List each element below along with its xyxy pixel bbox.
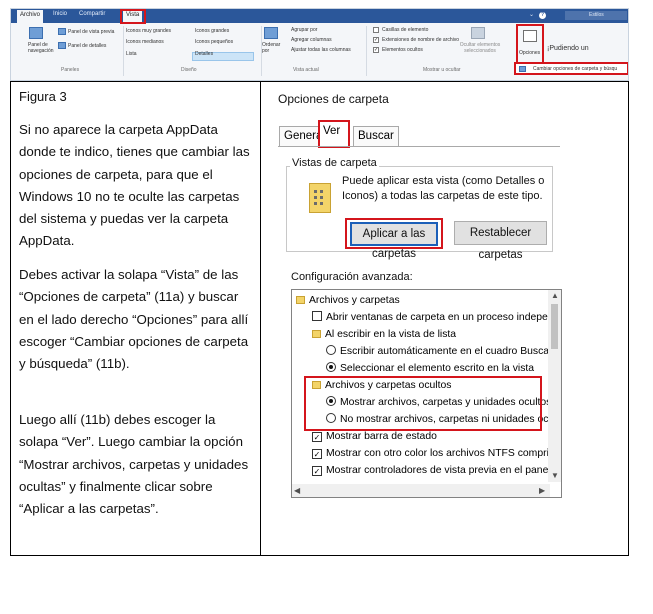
group-label-diseno: Diseño xyxy=(181,67,197,73)
screenshot-cell: Opciones de carpeta General Ver Buscar V… xyxy=(260,81,629,556)
checkbox-checked[interactable]: ✓ xyxy=(312,466,322,476)
group-label-vista-actual: Vista actual xyxy=(293,67,319,73)
tree-item-checkbox[interactable]: ✓ Mostrar con otro color los archivos NTF… xyxy=(312,446,561,461)
ribbon-separator xyxy=(366,26,367,76)
folder-options-icon xyxy=(519,66,526,72)
instructions-paragraph-3: Luego allí (11b) debes escoger la solapa… xyxy=(19,412,249,517)
tree-item-radio[interactable]: Seleccionar el elemento escrito en la vi… xyxy=(326,361,534,376)
checkbox-checked[interactable]: ✓ xyxy=(312,432,322,442)
hidden-items-checkbox[interactable]: ✓ xyxy=(373,47,379,53)
folder-views-legend: Vistas de carpeta xyxy=(290,157,379,169)
folder-icon xyxy=(296,296,305,304)
ribbon-tab-bar: Archivo Inicio Compartir Vista ⌄ ? Estil… xyxy=(11,9,628,23)
group-label-mostrar-ocultar: Mostrar u ocultar xyxy=(423,67,461,73)
instructions-paragraph-1: Si no aparece la carpeta AppData donde t… xyxy=(19,122,250,249)
hide-selected-icon xyxy=(471,27,485,39)
explorer-ribbon: Archivo Inicio Compartir Vista ⌄ ? Estil… xyxy=(10,8,629,81)
advanced-settings-label: Configuración avanzada: xyxy=(291,271,413,283)
preview-pane-button[interactable]: Panel de vista previa xyxy=(68,29,114,35)
options-label: Opciones xyxy=(519,50,541,56)
change-folder-options-label: Cambiar opciones de carpeta y búsqu xyxy=(533,66,618,72)
sort-by-button[interactable]: Ordenar por xyxy=(262,42,284,54)
ribbon-separator xyxy=(123,26,124,76)
chevron-down-icon[interactable]: ⌄ xyxy=(529,11,534,18)
very-large-icons-option[interactable]: Iconos muy grandes xyxy=(126,28,171,34)
folder-icon xyxy=(312,330,321,338)
file-extensions-checkbox[interactable]: ✓ xyxy=(373,37,379,43)
item-checkboxes-label: Casillas de elemento xyxy=(382,27,429,33)
tab-inicio[interactable]: Inicio xyxy=(53,11,67,17)
help-icon[interactable]: ? xyxy=(539,12,546,19)
file-extensions-label: Extensiones de nombre de archivo xyxy=(382,37,459,43)
checkbox-unchecked[interactable] xyxy=(312,311,322,321)
add-columns-button[interactable]: Agregar columnas xyxy=(291,37,332,43)
instructions-paragraph-2: Debes activar la solapa “Vista” de las “… xyxy=(19,267,249,372)
group-by-button[interactable]: Agrupar por xyxy=(291,27,317,33)
tab-panel-border xyxy=(278,146,560,147)
small-icons-option[interactable]: Iconos pequeños xyxy=(195,39,233,45)
sort-icon[interactable] xyxy=(264,27,278,39)
scroll-right-icon[interactable]: ▶ xyxy=(539,486,545,495)
checkbox-checked[interactable]: ✓ xyxy=(312,449,322,459)
medium-icons-option[interactable]: Iconos medianos xyxy=(126,39,164,45)
hide-selected-button[interactable]: Ocultar elementos seleccionados xyxy=(456,42,504,54)
options-button[interactable]: Opciones xyxy=(516,24,544,65)
scroll-down-icon[interactable]: ▼ xyxy=(551,471,559,480)
instructions-cell: Figura 3 Si no aparece la carpeta AppDat… xyxy=(10,81,261,556)
tree-item-checkbox[interactable]: ✓ Mostrar controladores de vista previa e… xyxy=(312,463,561,478)
item-checkboxes-checkbox[interactable] xyxy=(373,27,379,33)
radio-unselected[interactable] xyxy=(326,345,336,355)
hidden-items-label: Elementos ocultos xyxy=(382,47,423,53)
tree-item-folder: Archivos y carpetas xyxy=(296,293,400,308)
options-icon xyxy=(523,30,537,42)
dialog-title: Opciones de carpeta xyxy=(278,92,389,106)
scroll-left-icon[interactable]: ◀ xyxy=(294,486,300,495)
preview-pane-icon xyxy=(58,28,66,35)
scroll-up-icon[interactable]: ▲ xyxy=(551,291,559,300)
search-input[interactable]: Estilos xyxy=(565,11,627,20)
apply-to-folders-button[interactable]: Aplicar a las carpetas xyxy=(350,222,438,260)
tab-compartir[interactable]: Compartir xyxy=(79,11,105,17)
tree-item-checkbox[interactable]: Abrir ventanas de carpeta en un proceso … xyxy=(312,310,561,325)
tab-archivo[interactable]: Archivo xyxy=(17,10,44,23)
fit-columns-button[interactable]: Ajustar todas las columnas xyxy=(291,47,351,53)
navigation-pane-icon[interactable] xyxy=(29,27,43,39)
figure-title: Figura 3 xyxy=(19,89,67,104)
horizontal-scrollbar[interactable]: ◀ ▶ xyxy=(292,484,550,497)
large-icons-option[interactable]: Iconos grandes xyxy=(195,28,229,34)
change-folder-options-menu-item[interactable]: Cambiar opciones de carpeta y búsqu xyxy=(514,62,628,75)
tree-item-checkbox[interactable]: ✓ Mostrar barra de estado xyxy=(312,429,437,444)
tab-ver[interactable]: Ver xyxy=(318,120,350,148)
tree-item-radio[interactable]: Escribir automáticamente en el cuadro Bu… xyxy=(326,344,553,359)
tree-item-folder: Al escribir en la vista de lista xyxy=(312,327,456,342)
scrollbar-thumb[interactable] xyxy=(551,304,558,349)
highlight-tab-vista xyxy=(120,9,146,24)
folder-view-icon xyxy=(309,183,331,213)
list-option[interactable]: Lista xyxy=(126,51,137,57)
radio-selected[interactable] xyxy=(326,362,336,372)
highlight-hidden-files xyxy=(304,376,542,431)
details-pane-icon xyxy=(58,42,66,49)
details-pane-button[interactable]: Panel de detalles xyxy=(68,43,106,49)
vertical-scrollbar[interactable]: ▲ ▼ xyxy=(548,290,561,482)
folder-views-description: Puede aplicar esta vista (como Detalles … xyxy=(342,175,545,202)
details-option[interactable]: Detalles xyxy=(195,51,213,57)
navigation-pane-button[interactable]: Panel de navegación xyxy=(28,42,54,54)
options-extra-text: ¡Pudiendo un xyxy=(547,45,589,52)
reset-folders-button[interactable]: Restablecer carpetas xyxy=(454,221,547,261)
tab-buscar[interactable]: Buscar xyxy=(353,126,399,146)
group-label-paneles: Paneles xyxy=(61,67,80,73)
